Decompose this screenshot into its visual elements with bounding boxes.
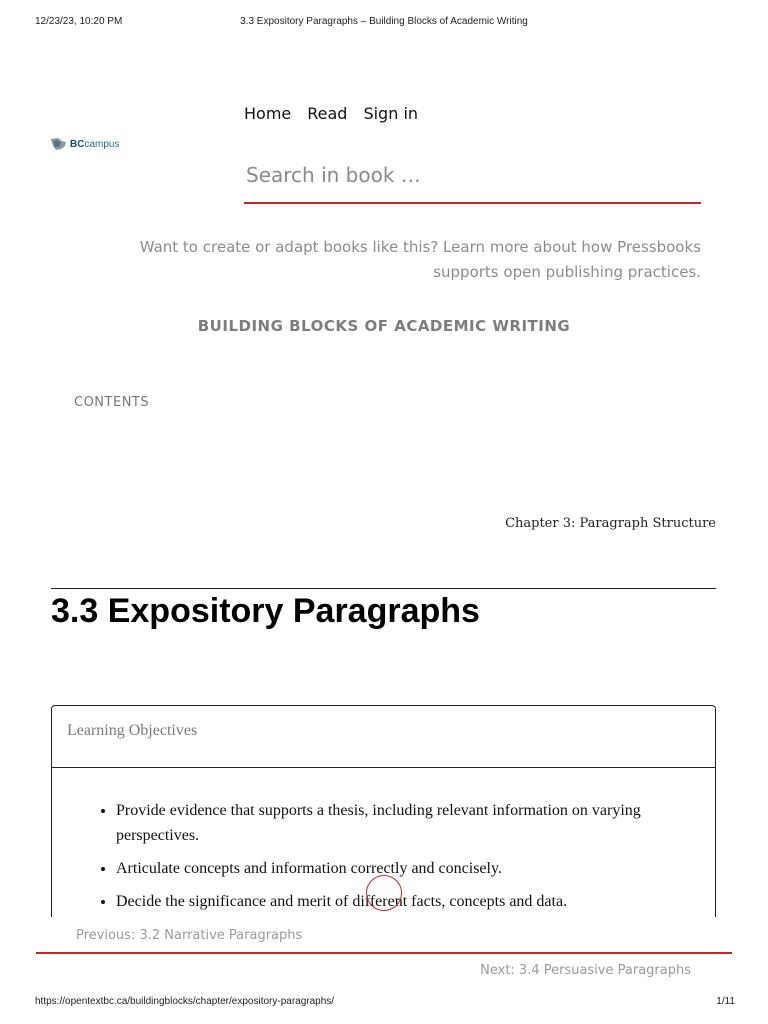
book-title[interactable]: BUILDING BLOCKS OF ACADEMIC WRITING xyxy=(0,317,768,335)
heading-divider xyxy=(51,588,716,589)
contents-toggle[interactable]: CONTENTS xyxy=(74,395,149,410)
list-item: Provide evidence that supports a thesis,… xyxy=(116,798,695,848)
previous-page-link[interactable]: Previous: 3.2 Narrative Paragraphs xyxy=(76,928,302,943)
logo-text: BCcampus xyxy=(70,138,120,150)
bc-map-icon xyxy=(51,138,66,150)
list-item: Decide the significance and merit of dif… xyxy=(116,889,695,914)
pagination-divider xyxy=(36,952,732,954)
top-nav: Home Read Sign in xyxy=(244,104,418,123)
list-item: Articulate concepts and information corr… xyxy=(116,856,695,881)
nav-home[interactable]: Home xyxy=(244,104,291,123)
learning-objectives-title: Learning Objectives xyxy=(52,706,715,768)
cursor-highlight-circle xyxy=(366,875,402,911)
print-footer-url: https://opentextbc.ca/buildingblocks/cha… xyxy=(35,996,335,1007)
next-page-link[interactable]: Next: 3.4 Persuasive Paragraphs xyxy=(480,963,691,978)
chapter-label: Chapter 3: Paragraph Structure xyxy=(505,516,716,531)
print-header-title: 3.3 Expository Paragraphs – Building Blo… xyxy=(240,16,528,27)
pressbooks-notice[interactable]: Want to create or adapt books like this?… xyxy=(100,235,701,285)
nav-sign-in[interactable]: Sign in xyxy=(363,104,418,123)
bccampus-logo[interactable]: BCcampus xyxy=(50,137,119,151)
print-footer-page-count: 1/11 xyxy=(716,996,735,1007)
search-input[interactable] xyxy=(244,148,701,204)
page-title: 3.3 Expository Paragraphs xyxy=(51,592,480,630)
nav-read[interactable]: Read xyxy=(307,104,347,123)
